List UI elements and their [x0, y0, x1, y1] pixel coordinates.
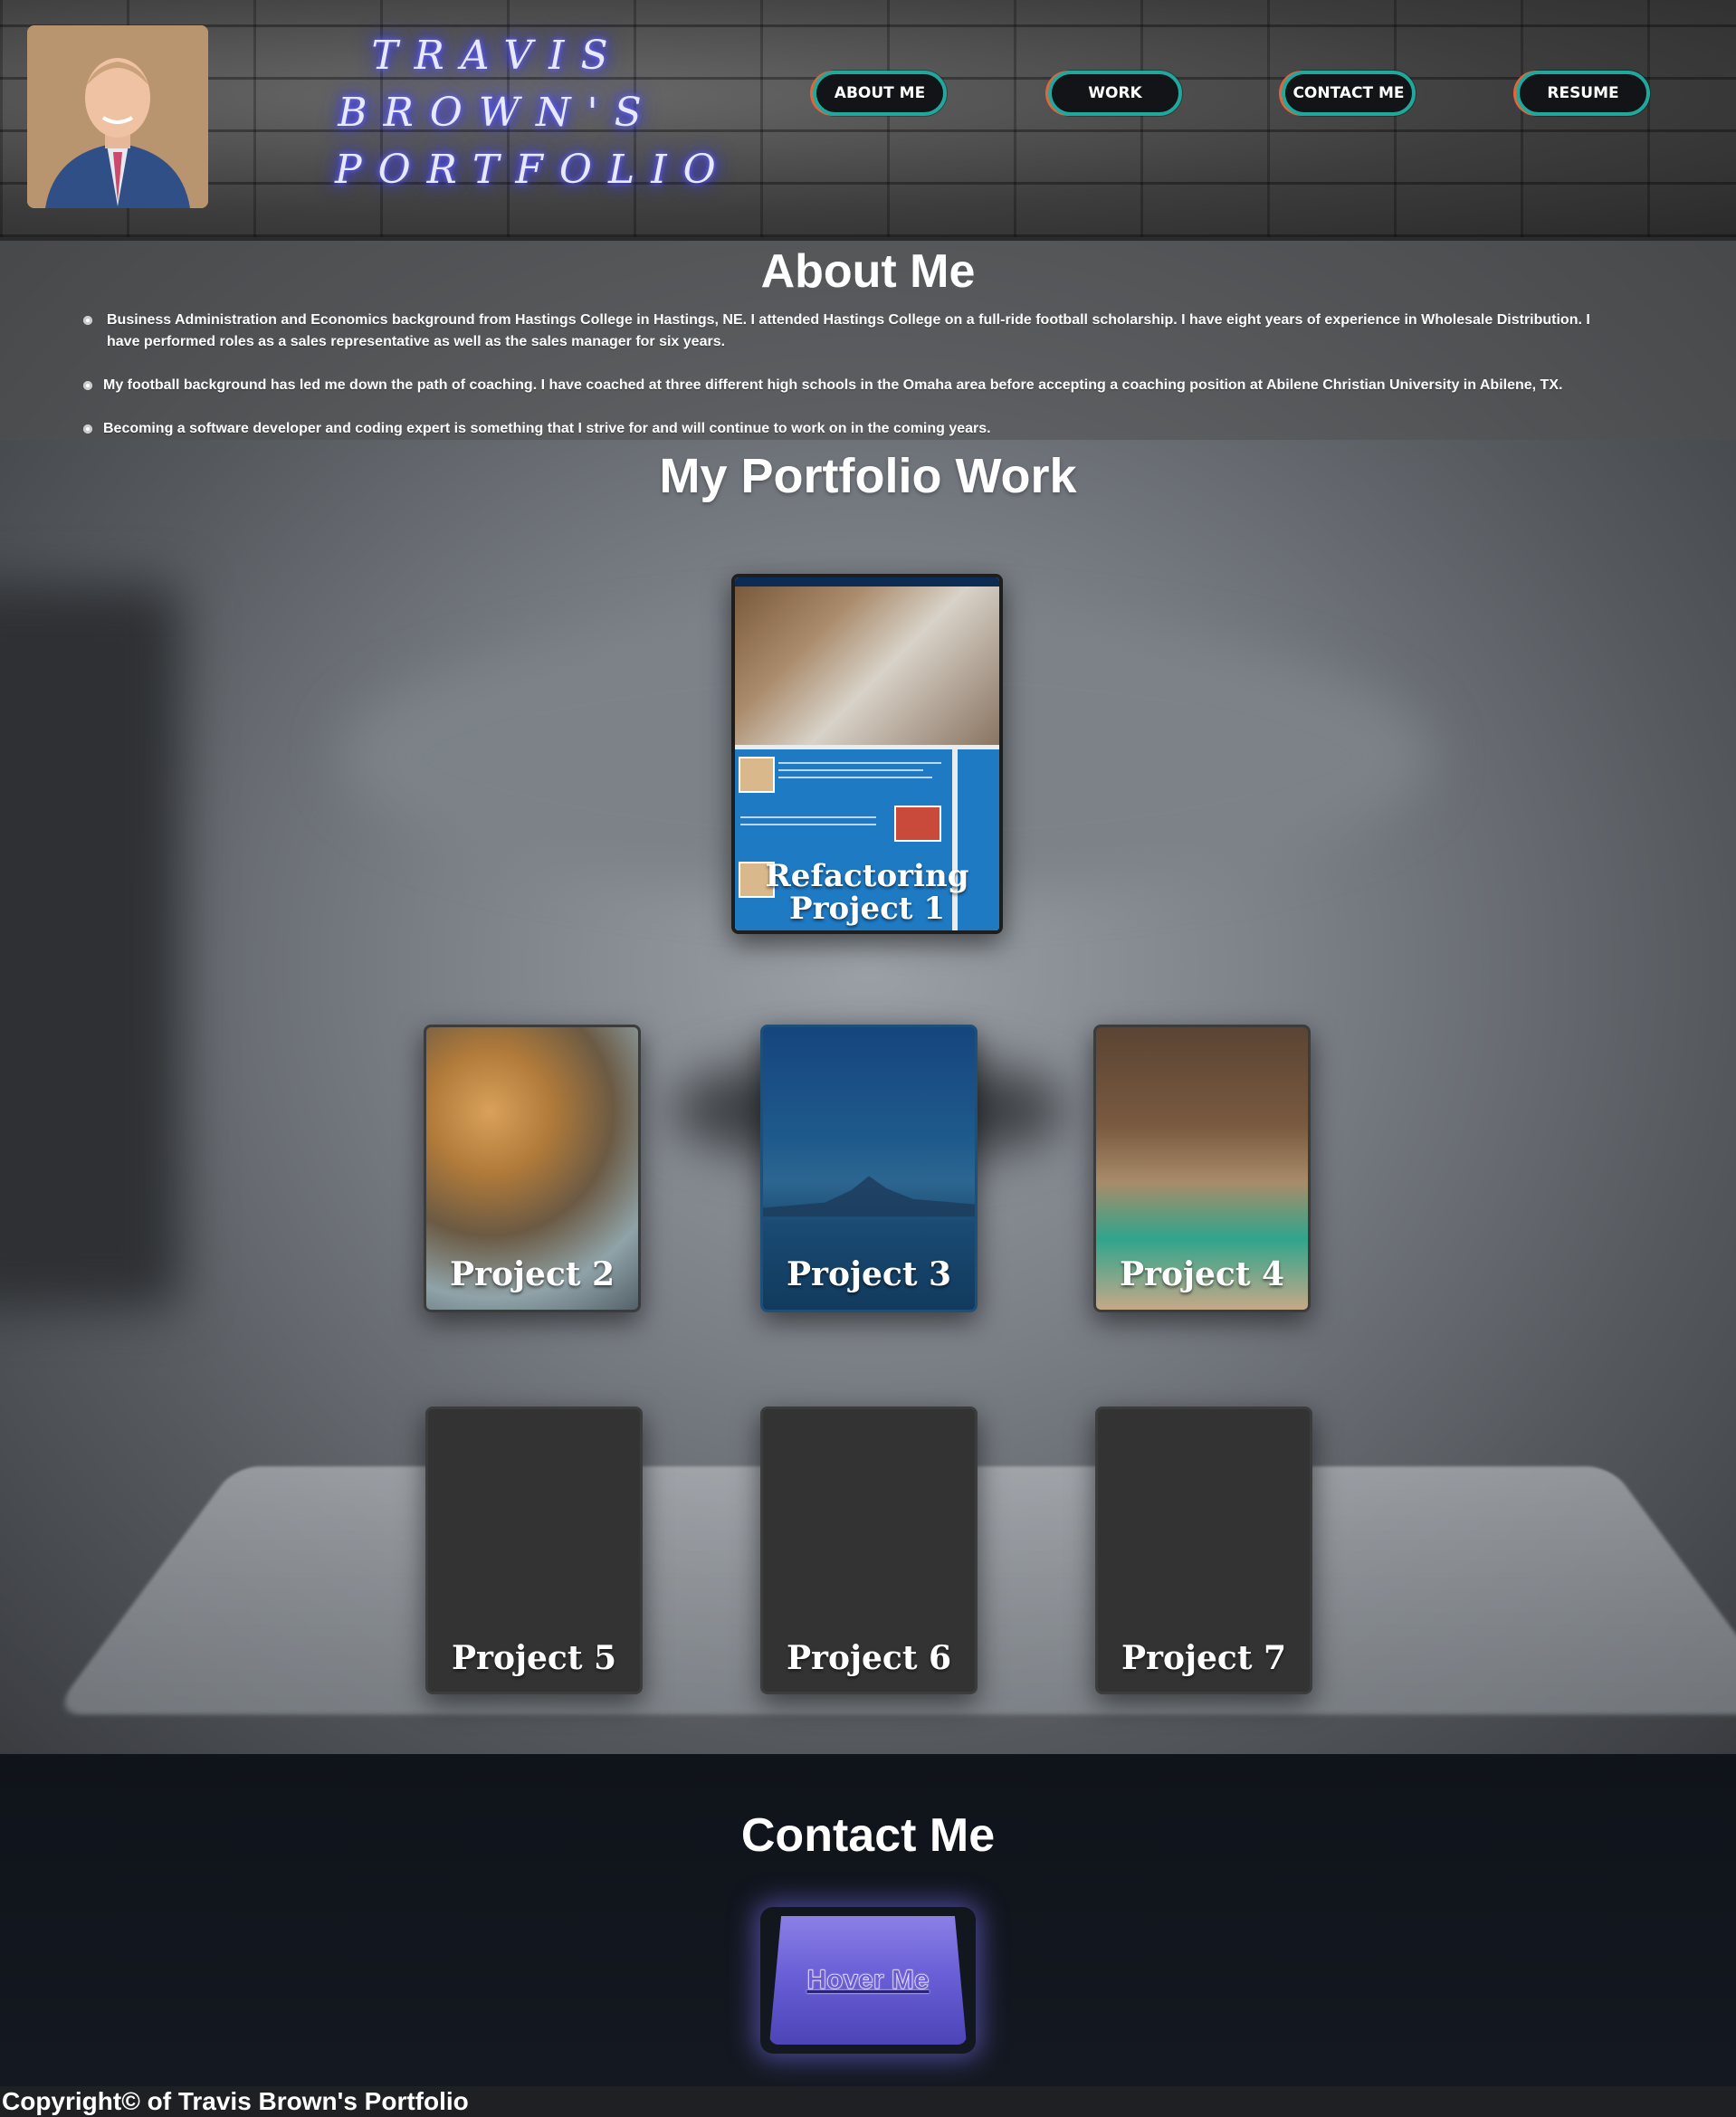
project-card-4[interactable]: Project 4 [1093, 1025, 1311, 1312]
hover-me-button[interactable]: Hover Me [769, 1916, 967, 2045]
hover-me-label: Hover Me [806, 1965, 930, 1996]
site-header: TRAVIS BROWN'S PORTFOLIO ABOUT ME WORK C… [0, 0, 1736, 241]
about-item-text: Business Administration and Economics ba… [107, 312, 1590, 349]
nav-contact-me-button[interactable]: CONTACT ME [1282, 71, 1416, 116]
project-card-label: Project 7 [1121, 1639, 1287, 1677]
thumbnail-text-line [778, 777, 932, 778]
project-card-1[interactable]: Refactoring Project 1 [731, 574, 1003, 934]
thumbnail-text-line [778, 762, 941, 764]
project-card-label-line: Project 1 [789, 891, 945, 927]
thumbnail-image [894, 806, 941, 842]
thumbnail-image [739, 757, 775, 793]
nav-label: ABOUT ME [834, 84, 926, 102]
about-list-item: My football background has led me down t… [80, 375, 1618, 396]
nav-label: CONTACT ME [1292, 84, 1405, 102]
site-title-line: TRAVIS [371, 33, 625, 79]
nav-label: RESUME [1547, 84, 1619, 102]
project-card-label: Refactoring Project 1 [735, 860, 999, 925]
mountain-icon [763, 1176, 975, 1217]
copyright-footer: Copyright© of Travis Brown's Portfolio [0, 2086, 1736, 2117]
profile-photo [27, 25, 208, 208]
project-card-label: Project 6 [786, 1639, 952, 1677]
about-title: About Me [760, 245, 976, 298]
project-card-label: Project 2 [449, 1255, 615, 1293]
project-card-5[interactable]: Project 5 [425, 1407, 643, 1694]
thumbnail-photo [735, 586, 999, 745]
nav-about-me-button[interactable]: ABOUT ME [813, 71, 947, 116]
project-card-2[interactable]: Project 2 [424, 1025, 641, 1312]
thumbnail-text-line [740, 816, 876, 818]
project-card-label: Project 5 [451, 1639, 617, 1677]
about-item-text: Becoming a software developer and coding… [103, 421, 991, 436]
nav-resume-button[interactable]: RESUME [1516, 71, 1650, 116]
about-list-item: Becoming a software developer and coding… [80, 418, 1618, 440]
thumbnail-navbar [735, 577, 999, 586]
site-title-line: PORTFOLIO [335, 147, 732, 193]
about-list: Business Administration and Economics ba… [80, 310, 1618, 462]
nav-label: WORK [1088, 84, 1142, 102]
about-item-text: My football background has led me down t… [103, 377, 1563, 393]
nav-work-button[interactable]: WORK [1048, 71, 1182, 116]
project-card-label: Project 3 [786, 1255, 952, 1293]
project-card-3[interactable]: Project 3 [760, 1025, 978, 1312]
bg-monitor-shape [0, 585, 181, 1309]
project-card-7[interactable]: Project 7 [1095, 1407, 1312, 1694]
person-portrait-icon [27, 25, 208, 208]
bullet-icon [83, 316, 92, 325]
contact-title: Contact Me [740, 1809, 996, 1862]
bullet-icon [83, 424, 92, 434]
portfolio-title: My Portfolio Work [659, 449, 1077, 503]
about-list-item: Business Administration and Economics ba… [80, 310, 1618, 353]
project-card-6[interactable]: Project 6 [760, 1407, 978, 1694]
site-title-line: BROWN'S [338, 90, 658, 136]
bullet-icon [83, 381, 92, 390]
project-card-label-line: Refactoring [765, 858, 969, 894]
project-card-label: Project 4 [1119, 1255, 1285, 1293]
thumbnail-text-line [740, 824, 876, 825]
thumbnail-text-line [778, 769, 923, 771]
site-title: TRAVIS BROWN'S PORTFOLIO [335, 27, 732, 198]
